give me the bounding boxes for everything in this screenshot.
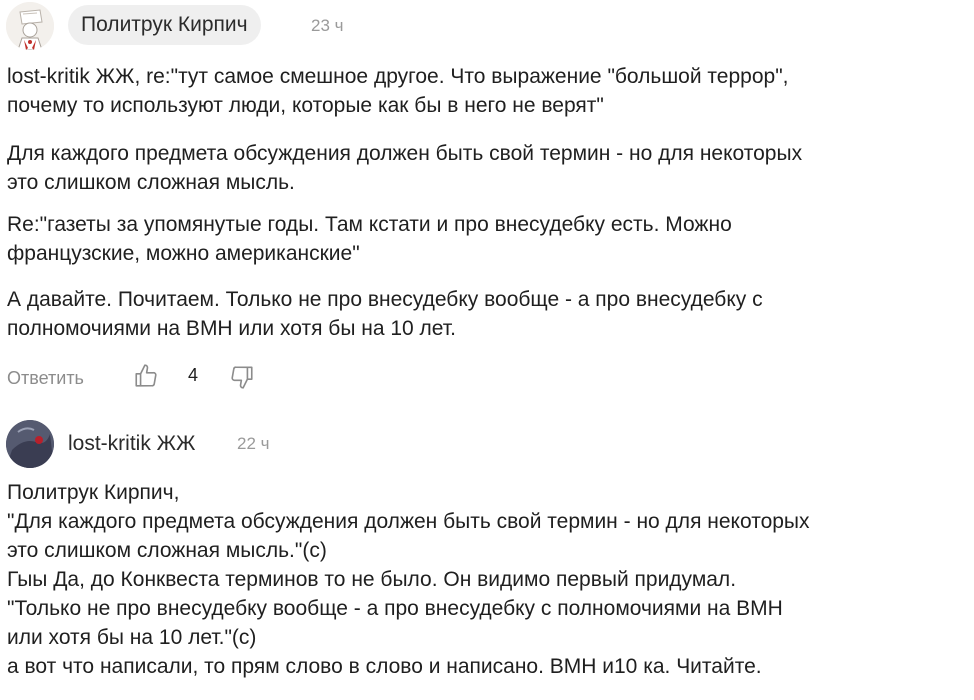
comment-line: Политрук Кирпич, (7, 481, 180, 504)
comment-line: или хотя бы на 10 лет."(с) (7, 626, 257, 649)
avatar[interactable] (6, 2, 54, 50)
avatar-image (6, 2, 54, 50)
comment-line: "Для каждого предмета обсуждения должен … (7, 510, 810, 533)
comment-paragraph: Для каждого предмета обсуждения должен б… (7, 139, 802, 197)
reply-button[interactable]: Ответить (7, 368, 84, 389)
comment-line: Гыы Да, до Конквеста терминов то не было… (7, 568, 737, 591)
comment-paragraph: lost-kritik ЖЖ, re:"тут самое смешное др… (7, 62, 789, 120)
thumbs-up-icon[interactable] (133, 363, 159, 389)
comment-line: это слишком сложная мысль. (7, 171, 295, 194)
author-name[interactable]: Политрук Кирпич (68, 5, 261, 45)
comment-line: французские, можно американские" (7, 242, 360, 265)
comment-time: 23 ч (311, 16, 344, 35)
comment-actions: Ответить 4 (7, 363, 253, 393)
author-name-text: Политрук Кирпич (81, 13, 248, 36)
avatar[interactable] (6, 420, 54, 468)
comment-line: это слишком сложная мысль."(с) (7, 539, 327, 562)
thumbs-down-icon[interactable] (229, 364, 255, 390)
comment-line: lost-kritik ЖЖ, re:"тут самое смешное др… (7, 65, 789, 88)
comment-line: почему то используют люди, которые как б… (7, 94, 604, 117)
comment-line: полномочиями на ВМН или хотя бы на 10 ле… (7, 317, 456, 340)
comment-line: А давайте. Почитаем. Только не про внесу… (7, 288, 763, 311)
author-name[interactable]: lost-kritik ЖЖ (68, 432, 195, 456)
comment-paragraph: Re:"газеты за упомянутые годы. Там кстат… (7, 210, 732, 268)
comment-paragraph: А давайте. Почитаем. Только не про внесу… (7, 285, 763, 343)
comment-line: Для каждого предмета обсуждения должен б… (7, 142, 803, 165)
comment-time: 22 ч (237, 434, 270, 453)
comment-body: Политрук Кирпич, "Для каждого предмета о… (7, 478, 810, 681)
like-count: 4 (188, 365, 199, 385)
comment-line: Re:"газеты за упомянутые годы. Там кстат… (7, 213, 732, 236)
avatar-image (6, 420, 54, 468)
comment-line: а вот что написали, то прям слово в слов… (7, 655, 762, 678)
comment-line: "Только не про внесудебку вообще - а про… (7, 597, 783, 620)
